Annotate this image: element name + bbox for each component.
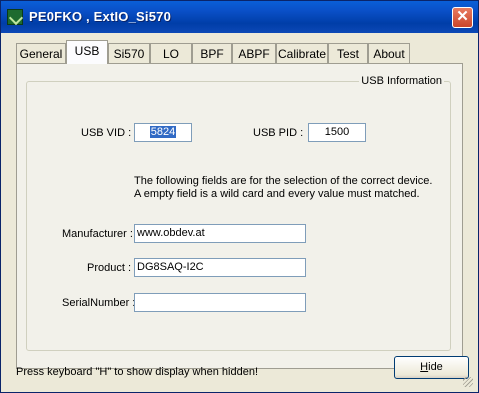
tab-label: About — [373, 47, 405, 61]
tab-about[interactable]: About — [368, 43, 410, 63]
app-window: PE0FKO , ExtIO_Si570 ✕ General USB Si570… — [0, 0, 479, 393]
hide-button-label: ide — [428, 361, 443, 373]
dialog-client: General USB Si570 LO BPF ABPF Calibrate … — [4, 33, 475, 389]
status-message: Press keyboard "H" to show display when … — [16, 366, 258, 378]
tab-label: Calibrate — [277, 47, 327, 61]
usb-vid-value: 5824 — [149, 126, 177, 138]
manufacturer-label: Manufacturer : — [62, 228, 133, 240]
product-value: DG8SAQ-I2C — [137, 261, 204, 273]
tab-label: Test — [336, 47, 359, 61]
tab-test[interactable]: Test — [328, 43, 368, 63]
manufacturer-value: www.obdev.at — [137, 227, 205, 239]
tab-si570[interactable]: Si570 — [108, 43, 150, 63]
tab-calibrate[interactable]: Calibrate — [276, 43, 328, 63]
tab-label: BPF — [200, 47, 224, 61]
tab-label: USB — [74, 44, 100, 58]
tab-label: LO — [162, 47, 179, 61]
usb-vid-field[interactable]: 5824 — [134, 123, 192, 142]
tab-abpf[interactable]: ABPF — [232, 43, 276, 63]
info-text-line2: A empty field is a wild card and every v… — [134, 188, 420, 200]
app-icon[interactable] — [7, 9, 23, 25]
serial-number-field[interactable] — [134, 293, 306, 312]
close-icon: ✕ — [456, 8, 469, 25]
resize-grip[interactable] — [463, 377, 473, 387]
product-field[interactable]: DG8SAQ-I2C — [134, 258, 306, 277]
tab-bpf[interactable]: BPF — [192, 43, 232, 63]
info-text-line1: The following fields are for the selecti… — [134, 175, 433, 187]
tab-label: Si570 — [113, 47, 145, 61]
serial-number-label: SerialNumber : — [62, 297, 136, 309]
tab-lo[interactable]: LO — [150, 43, 192, 63]
tab-general[interactable]: General — [16, 43, 66, 63]
usb-tab-panel: USB Information USB VID : 5824 USB PID :… — [16, 63, 463, 369]
product-label: Product : — [87, 262, 132, 274]
manufacturer-field[interactable]: www.obdev.at — [134, 224, 306, 243]
usb-vid-label: USB VID : — [81, 127, 132, 139]
close-button[interactable]: ✕ — [452, 7, 473, 28]
group-title: USB Information — [359, 75, 444, 87]
window-title: PE0FKO , ExtIO_Si570 — [29, 9, 172, 24]
usb-information-group: USB Information USB VID : 5824 USB PID :… — [26, 75, 451, 351]
tab-label: ABPF — [238, 47, 270, 61]
hide-button[interactable]: Hide — [394, 356, 469, 379]
hide-button-mnemonic: H — [420, 361, 429, 373]
usb-pid-field[interactable]: 1500 — [308, 123, 366, 142]
tab-usb[interactable]: USB — [66, 40, 108, 64]
tab-label: General — [19, 47, 63, 61]
usb-pid-value: 1500 — [324, 126, 350, 138]
usb-pid-label: USB PID : — [253, 127, 304, 139]
title-bar[interactable]: PE0FKO , ExtIO_Si570 ✕ — [1, 1, 478, 33]
